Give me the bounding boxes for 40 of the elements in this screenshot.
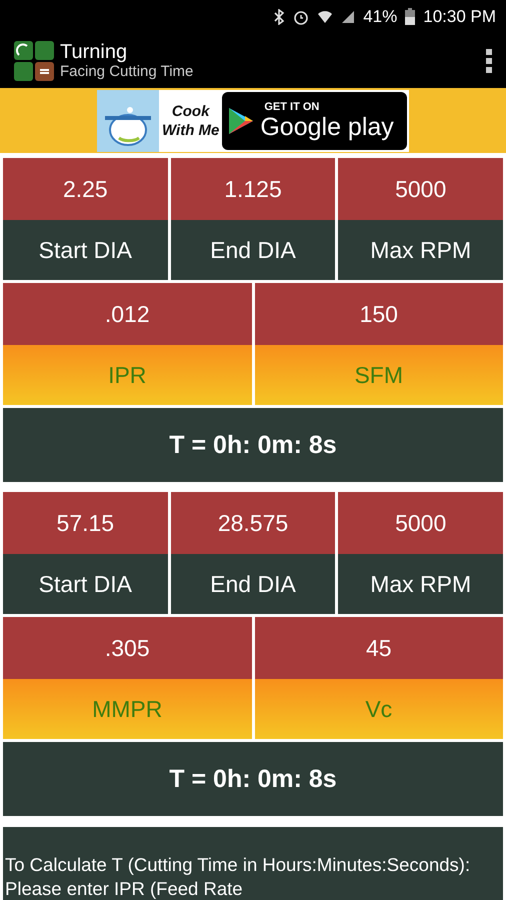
- input-field[interactable]: 150: [254, 283, 503, 345]
- result-panel: T = 0h: 0m: 8s: [3, 742, 503, 816]
- field-label: Start DIA: [3, 554, 168, 614]
- field-label: Vc: [254, 679, 503, 739]
- field-label: Start DIA: [3, 220, 168, 280]
- app-subtitle: Facing Cutting Time: [60, 62, 194, 80]
- alarm-icon: [293, 8, 310, 24]
- field-label: Max RPM: [338, 554, 503, 614]
- signal-icon: [341, 10, 356, 24]
- input-field[interactable]: .012: [3, 283, 252, 345]
- app-title: Turning: [60, 40, 128, 62]
- field-label: MMPR: [3, 679, 252, 739]
- input-field[interactable]: 2.25: [3, 158, 168, 220]
- field-label: IPR: [3, 345, 252, 405]
- input-field[interactable]: 1.125: [170, 158, 336, 220]
- bluetooth-icon: [273, 8, 286, 24]
- field-label: SFM: [254, 345, 503, 405]
- app-logo-icon: [14, 40, 54, 80]
- result-panel: T = 0h: 0m: 8s: [3, 408, 503, 482]
- ad-app-name: With Me: [162, 120, 220, 140]
- ad-app-name: Cook: [172, 102, 210, 120]
- pot-icon: [97, 90, 159, 152]
- input-field[interactable]: .305: [3, 617, 252, 679]
- battery-percentage: 41%: [363, 6, 398, 26]
- input-field[interactable]: 57.15: [3, 492, 168, 554]
- ad-banner[interactable]: Cook With Me GET IT ON Google play: [97, 90, 409, 152]
- field-label: Max RPM: [338, 220, 503, 280]
- info-text: To Calculate T (Cutting Time in Hours:Minutes:Seconds): Please enter IPR (Feed Rate: [3, 827, 503, 900]
- field-label: End DIA: [170, 554, 336, 614]
- wifi-icon: [317, 8, 334, 24]
- input-field[interactable]: 5000: [338, 158, 503, 220]
- clock-time: 10:30 PM: [423, 6, 496, 26]
- input-field[interactable]: 5000: [338, 492, 503, 554]
- google-play-badge[interactable]: GET IT ON Google play: [222, 92, 407, 150]
- input-field[interactable]: 28.575: [170, 492, 336, 554]
- battery-icon: [405, 8, 416, 25]
- overflow-menu-icon[interactable]: [486, 48, 492, 72]
- input-field[interactable]: 45: [254, 617, 503, 679]
- field-label: End DIA: [170, 220, 336, 280]
- play-icon: [228, 106, 254, 134]
